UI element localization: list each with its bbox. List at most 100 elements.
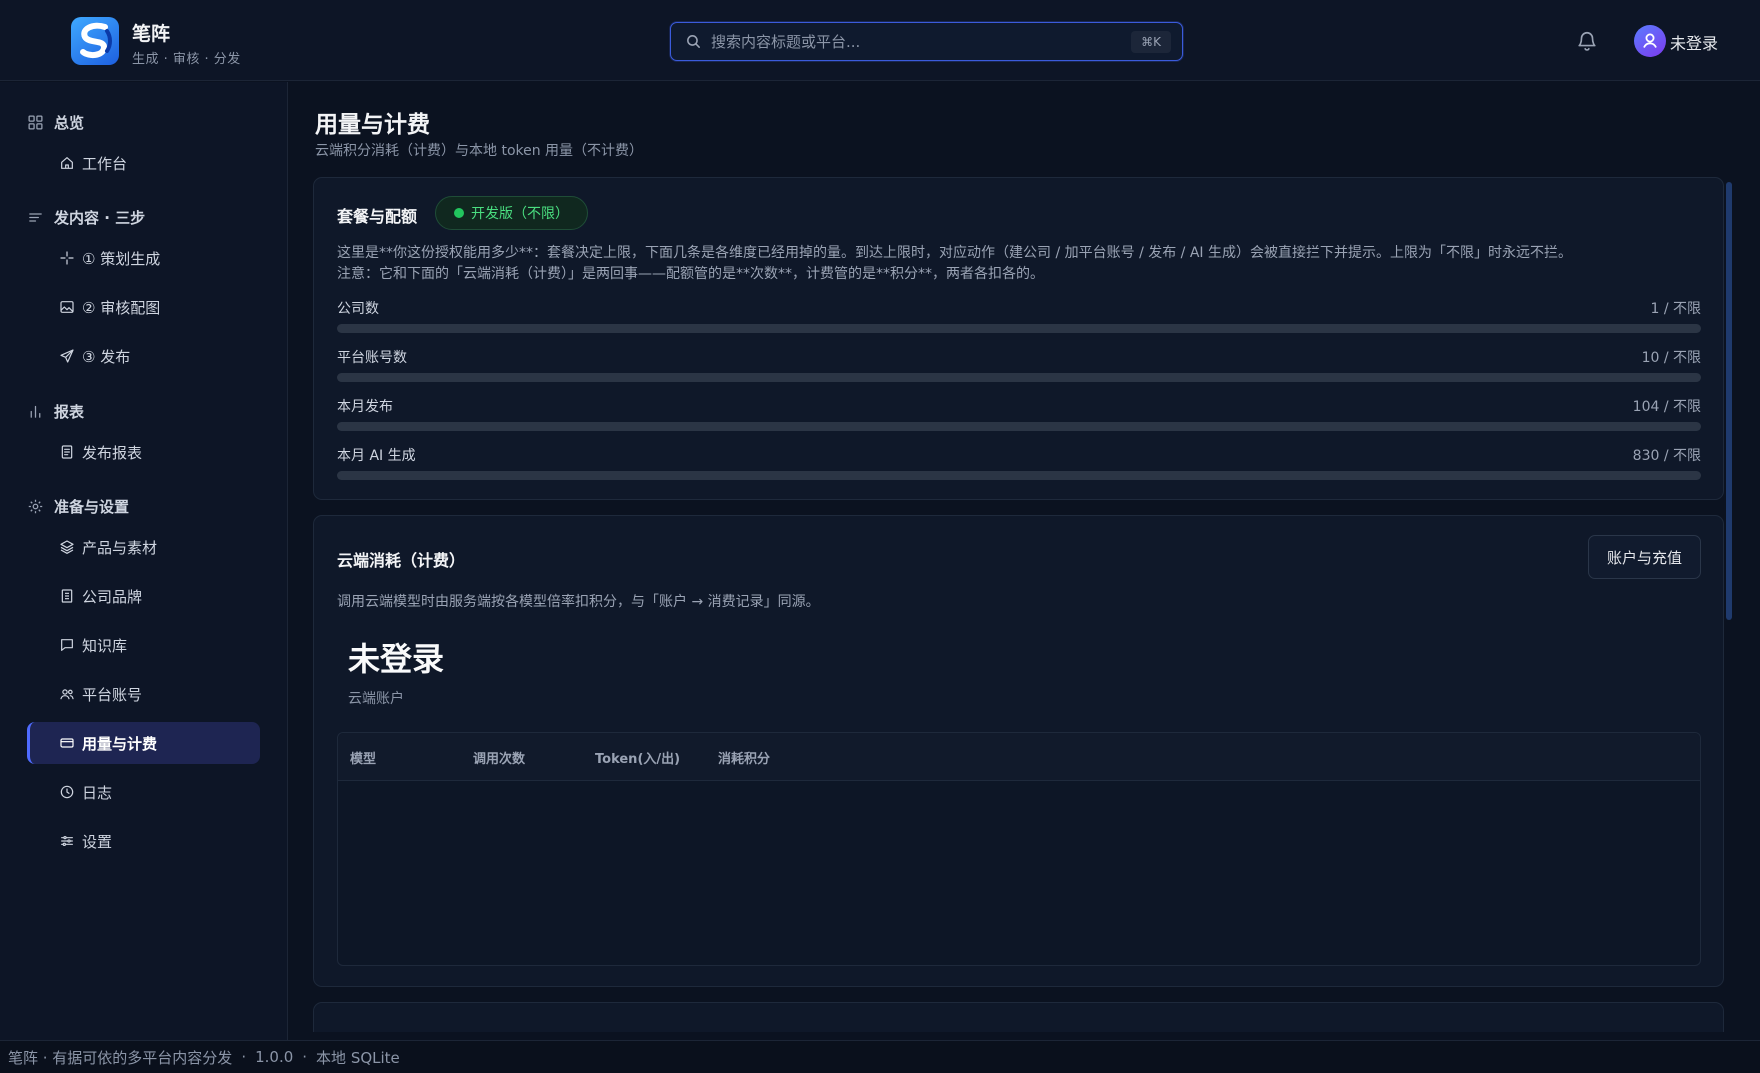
sidebar-item-label: 发布报表 <box>82 443 143 462</box>
sliders-icon <box>61 836 73 846</box>
app-name: 笔阵 <box>132 23 171 45</box>
search-icon <box>687 35 700 48</box>
plan-description-line1: 这里是**你这份授权能用多少**：套餐决定上限，下面几条是各维度已经用掉的量。到… <box>337 245 1573 261</box>
page-title: 用量与计费 <box>315 112 430 138</box>
sidebar-item-label: 日志 <box>82 783 113 802</box>
sidebar-group-setup: 准备与设置 <box>27 495 129 517</box>
plan-card-title: 套餐与配额 <box>337 207 418 226</box>
user-icon <box>1643 33 1657 48</box>
status-footer: 笔阵 · 有据可依的多平台内容分发 · 1.0.0 · 本地 SQLite <box>0 1040 1760 1073</box>
sidebar-item-publish-report[interactable]: 发布报表 <box>27 431 260 473</box>
quota-label: 本月发布 <box>337 399 393 415</box>
quota-label: 平台账号数 <box>337 350 407 366</box>
plan-badge-label: 开发版（不限） <box>471 206 569 222</box>
avatar[interactable] <box>1634 25 1666 57</box>
sidebar-item-usage-billing[interactable]: 用量与计费 <box>27 722 260 764</box>
sidebar-item-publish[interactable]: ③ 发布 <box>27 335 260 377</box>
sidebar-group-label: 总览 <box>54 113 85 132</box>
layers-icon <box>60 540 74 554</box>
message-square-icon <box>61 639 73 651</box>
sidebar-group-overview: 总览 <box>27 111 84 133</box>
app-tagline: 生成 · 审核 · 分发 <box>132 52 241 67</box>
sidebar-group-label: 准备与设置 <box>54 497 130 516</box>
footer-separator: · <box>302 1048 308 1066</box>
global-search[interactable]: ⌘K <box>670 22 1183 61</box>
sidebar-item-review-images[interactable]: ② 审核配图 <box>27 286 260 328</box>
quota-label: 本月 AI 生成 <box>337 448 416 464</box>
credit-card-icon <box>60 738 74 748</box>
account-recharge-button[interactable]: 账户与充值 <box>1587 535 1701 579</box>
footer-product: 笔阵 · 有据可依的多平台内容分发 <box>8 1048 233 1067</box>
footer-version: 1.0.0 <box>255 1048 294 1066</box>
quota-progress-bar <box>337 373 1701 382</box>
status-dot-icon <box>454 208 464 218</box>
user-status-label[interactable]: 未登录 <box>1670 30 1718 54</box>
sidebar-item-label: 知识库 <box>82 636 128 655</box>
document-icon <box>61 445 73 459</box>
footer-storage: 本地 SQLite <box>316 1048 400 1067</box>
search-input[interactable] <box>711 23 1091 60</box>
sidebar-item-label: 用量与计费 <box>82 734 158 753</box>
main-scrollbar[interactable] <box>1726 182 1732 620</box>
sidebar-group-label: 报表 <box>54 402 85 421</box>
bar-chart-icon <box>30 405 41 418</box>
sidebar-item-plan-generate[interactable]: ① 策划生成 <box>27 237 260 279</box>
cloud-usage-table: 模型 调用次数 Token(入/出) 消耗积分 <box>337 732 1701 966</box>
sidebar-group-reports: 报表 <box>27 400 84 422</box>
sidebar-item-knowledge-base[interactable]: 知识库 <box>27 624 260 666</box>
sidebar-item-workbench[interactable]: 工作台 <box>27 142 260 184</box>
plan-description-line2: 注意：它和下面的「云端消耗（计费）」是两回事——配额管的是**次数**，计费管的… <box>337 266 1044 282</box>
bell-icon[interactable] <box>1576 29 1598 53</box>
clock-icon <box>60 785 74 799</box>
quota-progress-bar <box>337 422 1701 431</box>
sidebar-item-platform-accounts[interactable]: 平台账号 <box>27 673 260 715</box>
column-header-calls[interactable]: 调用次数 <box>473 748 525 767</box>
sidebar-item-label: ② 审核配图 <box>82 298 161 317</box>
column-header-tokens[interactable]: Token(入/出) <box>595 748 680 767</box>
grid-icon <box>28 114 43 130</box>
sidebar: 总览 工作台 发内容 · 三步 ① 策划生成 ② 审核配图 ③ 发布 报表 发布… <box>0 82 288 1040</box>
app-logo-icon[interactable] <box>71 17 119 65</box>
sparkle-icon <box>60 251 74 265</box>
sidebar-item-label: 设置 <box>82 832 113 851</box>
cloud-login-status: 未登录 <box>348 640 445 678</box>
building-icon <box>61 589 73 603</box>
cloud-description: 调用云端模型时由服务端按各模型倍率扣积分，与「账户 → 消费记录」同源。 <box>337 594 820 610</box>
quota-value: 104 / 不限 <box>1632 399 1701 415</box>
column-header-credits[interactable]: 消耗积分 <box>718 748 770 767</box>
sidebar-group-publish-steps: 发内容 · 三步 <box>27 206 145 228</box>
sidebar-item-settings[interactable]: 设置 <box>27 820 260 862</box>
cloud-account-label: 云端账户 <box>348 691 404 707</box>
column-header-model[interactable]: 模型 <box>350 748 376 767</box>
quota-label: 公司数 <box>337 301 379 317</box>
sidebar-item-label: 产品与素材 <box>82 538 158 557</box>
cloud-billing-card: 云端消耗（计费） 账户与充值 调用云端模型时由服务端按各模型倍率扣积分，与「账户… <box>313 515 1724 987</box>
next-card <box>313 1002 1724 1032</box>
table-header: 模型 调用次数 Token(入/出) 消耗积分 <box>338 733 1700 781</box>
page-subtitle: 云端积分消耗（计费）与本地 token 用量（不计费） <box>315 143 644 159</box>
list-icon <box>29 212 42 222</box>
sidebar-group-label: 发内容 · 三步 <box>54 208 146 227</box>
sidebar-item-label: ① 策划生成 <box>82 249 161 268</box>
image-icon <box>60 301 74 313</box>
quota-value: 10 / 不限 <box>1641 350 1701 366</box>
top-bar: 笔阵 生成 · 审核 · 分发 ⌘K 未登录 <box>0 0 1760 81</box>
sidebar-item-products-assets[interactable]: 产品与素材 <box>27 526 260 568</box>
search-shortcut-hint: ⌘K <box>1131 31 1171 53</box>
gear-icon <box>28 499 43 513</box>
sidebar-item-company-brand[interactable]: 公司品牌 <box>27 575 260 617</box>
sidebar-item-label: 工作台 <box>82 154 128 173</box>
quota-value: 830 / 不限 <box>1632 448 1701 464</box>
footer-separator: · <box>241 1048 247 1066</box>
plan-badge: 开发版（不限） <box>435 196 588 230</box>
sidebar-item-label: 公司品牌 <box>82 587 143 606</box>
send-icon <box>60 349 74 363</box>
home-icon <box>61 157 73 169</box>
quota-progress-bar <box>337 471 1701 480</box>
quota-value: 1 / 不限 <box>1650 301 1701 317</box>
quota-progress-bar <box>337 324 1701 333</box>
plan-quota-card: 套餐与配额 开发版（不限） 这里是**你这份授权能用多少**：套餐决定上限，下面… <box>313 177 1724 500</box>
sidebar-item-label: 平台账号 <box>82 685 143 704</box>
users-icon <box>60 689 74 700</box>
sidebar-item-logs[interactable]: 日志 <box>27 771 260 813</box>
